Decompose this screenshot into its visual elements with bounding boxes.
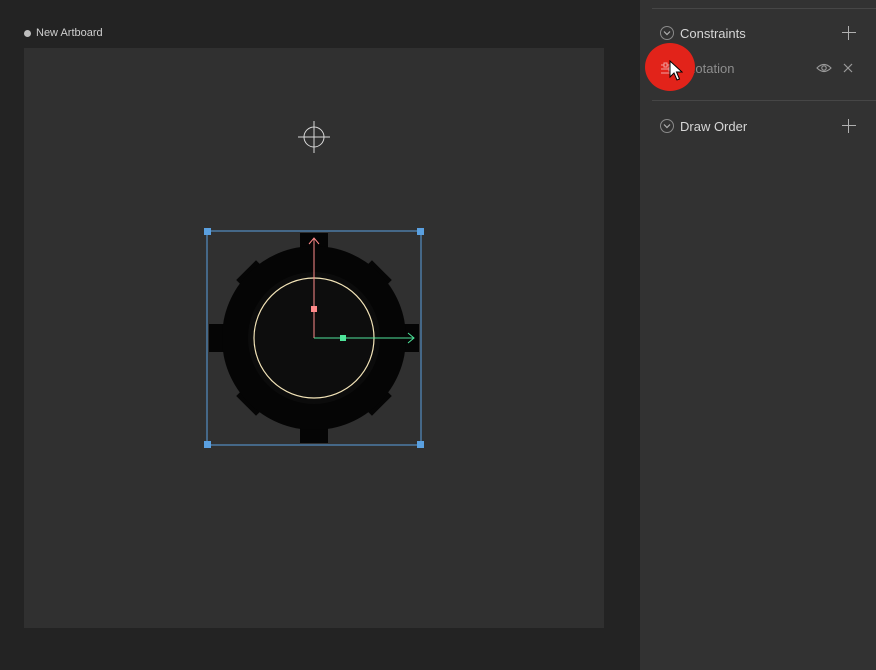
selection-handle-bottom-left[interactable] <box>204 441 211 448</box>
add-constraint-plus-icon[interactable] <box>842 26 856 40</box>
close-icon[interactable] <box>840 60 856 76</box>
panel-divider <box>652 8 876 9</box>
selected-gear-shape[interactable] <box>204 228 424 448</box>
draw-order-title: Draw Order <box>680 118 748 134</box>
y-axis-handle[interactable] <box>311 306 317 312</box>
canvas-viewport[interactable]: New Artboard <box>0 0 638 670</box>
properties-panel: Constraints Rotation Draw Order <box>640 0 876 670</box>
artboard-dot-icon <box>24 29 31 37</box>
chevron-down-icon[interactable] <box>660 26 674 40</box>
constraint-item-label: Rotation <box>686 60 735 76</box>
constraints-section-header[interactable]: Constraints <box>660 23 856 43</box>
selection-handle-bottom-right[interactable] <box>417 441 424 448</box>
constraints-title: Constraints <box>680 25 746 41</box>
selection-handle-top-right[interactable] <box>417 228 424 235</box>
crosshair-icon[interactable] <box>296 119 332 155</box>
gear-icon[interactable] <box>206 230 422 446</box>
selection-handle-top-left[interactable] <box>204 228 211 235</box>
mouse-cursor-icon <box>669 60 683 81</box>
artboard-label[interactable]: New Artboard <box>24 26 103 40</box>
x-axis-handle[interactable] <box>340 335 346 341</box>
draw-order-section-header[interactable]: Draw Order <box>660 116 856 136</box>
artboard-name: New Artboard <box>36 27 103 39</box>
eye-icon[interactable] <box>816 60 832 76</box>
add-draw-order-plus-icon[interactable] <box>842 119 856 133</box>
panel-divider <box>652 100 876 101</box>
chevron-down-icon[interactable] <box>660 119 674 133</box>
